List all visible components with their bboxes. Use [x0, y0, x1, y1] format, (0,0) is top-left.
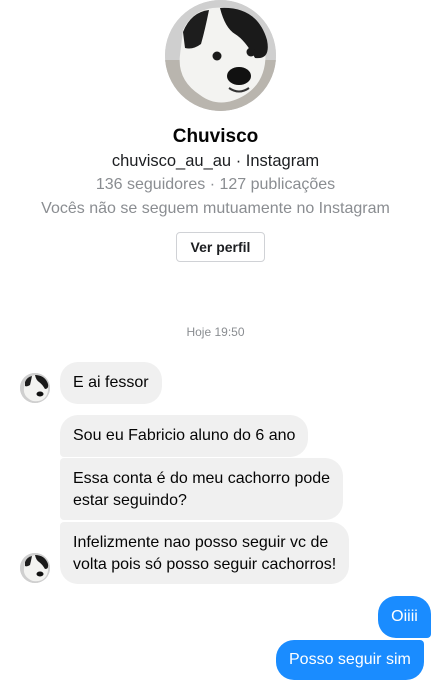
message-bubble-outgoing[interactable]: Oiiii: [378, 596, 431, 638]
view-profile-button[interactable]: Ver perfil: [176, 232, 265, 262]
message-timestamp: Hoje 19:50: [186, 325, 245, 339]
message-line: estar seguindo?: [73, 492, 187, 509]
dog-photo-icon: [20, 373, 50, 403]
dog-photo-icon: [165, 0, 276, 111]
message-bubble-outgoing[interactable]: Posso seguir sim: [276, 640, 424, 680]
profile-stats: 136 seguidores · 127 publicações: [95, 176, 336, 193]
sender-avatar[interactable]: [20, 553, 50, 583]
message-bubble-incoming[interactable]: Infelizmente nao posso seguir vc de volt…: [60, 522, 350, 584]
message-bubble-incoming[interactable]: Sou eu Fabricio aluno do 6 ano: [60, 415, 309, 457]
message-line: Infelizmente nao posso seguir vc de: [73, 534, 329, 551]
profile-avatar[interactable]: [165, 0, 276, 111]
sender-avatar[interactable]: [20, 373, 50, 403]
message-bubble-incoming[interactable]: Essa conta é do meu cachorro pode estar …: [60, 458, 344, 520]
profile-handle: chuvisco_au_au · Instagram: [111, 152, 320, 170]
profile-name: Chuvisco: [172, 126, 259, 147]
message-line: volta pois só posso seguir cachorros!: [73, 556, 337, 573]
mutual-follow-note: Vocês não se seguem mutuamente no Instag…: [41, 200, 390, 217]
message-bubble-incoming[interactable]: E ai fessor: [60, 362, 162, 404]
dog-photo-icon: [20, 553, 50, 583]
message-line: Essa conta é do meu cachorro pode: [73, 470, 331, 487]
